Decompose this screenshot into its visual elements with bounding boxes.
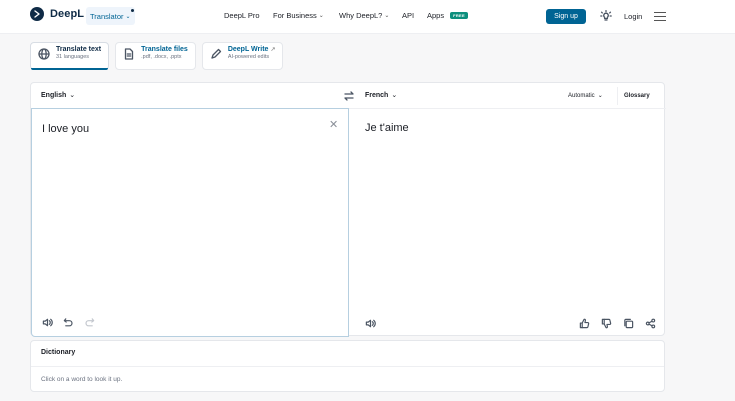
dictionary-panel: Dictionary Click on a word to look it up… [30, 340, 665, 392]
nav-deepl-pro[interactable]: DeepL Pro [224, 11, 260, 20]
dictionary-title: Dictionary [41, 349, 76, 356]
menu-icon[interactable] [654, 12, 666, 22]
deepl-logo-icon [30, 7, 44, 21]
mode-tabs: Translate text 31 languages Translate fi… [30, 42, 284, 70]
tab-translate-text[interactable]: Translate text 31 languages [30, 42, 110, 70]
logo-text: DeepL [50, 8, 85, 20]
tab-label: DeepL Write ↗ [228, 46, 276, 53]
nav-why-deepl-label: Why DeepL? [339, 11, 383, 20]
chevron-down-icon: ⌄ [125, 13, 131, 20]
tab-label-text: DeepL Write [227, 46, 269, 53]
tab-deepl-write[interactable]: DeepL Write ↗ AI-powered edits [201, 42, 284, 70]
formality-selector[interactable]: Automatic ⌄ [568, 92, 603, 100]
notification-dot [130, 9, 134, 12]
target-language-selector[interactable]: French ⌄ [365, 91, 398, 100]
source-toolbar [42, 317, 95, 328]
undo-icon[interactable] [63, 317, 74, 328]
tab-sublabel: .pdf, .docx, .pptx [141, 54, 182, 60]
speaker-icon[interactable] [42, 317, 53, 328]
translated-text[interactable]: Je t'aime [365, 122, 409, 134]
lightbulb-icon[interactable] [600, 10, 612, 22]
formality-label: Automatic [568, 92, 595, 99]
dictionary-hint: Click on a word to look it up. [41, 376, 123, 383]
source-language-label: English [41, 91, 67, 99]
source-text-area[interactable]: I love you ✕ [31, 108, 349, 337]
nav-deepl-pro-label: DeepL Pro [224, 11, 260, 20]
free-badge: FREE [450, 12, 468, 19]
nav-apps[interactable]: Apps FREE [427, 11, 468, 20]
translator-label: Translator [90, 11, 124, 21]
chevron-down-icon: ⌄ [391, 92, 398, 99]
sign-up-button[interactable]: Sign up [546, 9, 586, 24]
copy-icon[interactable] [623, 318, 634, 329]
login-link[interactable]: Login [624, 12, 642, 21]
swap-icon[interactable] [343, 90, 355, 102]
speaker-icon[interactable] [365, 318, 376, 329]
tab-label: Translate text [56, 46, 102, 53]
tab-sublabel: 31 languages [56, 54, 90, 60]
target-language-label: French [365, 91, 389, 99]
chevron-down-icon: ⌄ [318, 13, 324, 19]
chevron-down-icon: ⌄ [384, 13, 390, 19]
tab-label: Translate files [141, 46, 188, 53]
globe-icon [38, 48, 50, 60]
divider [31, 366, 664, 367]
nav-why-deepl[interactable]: Why DeepL? ⌄ [339, 11, 389, 20]
source-text[interactable]: I love you [42, 123, 89, 135]
file-icon [124, 48, 134, 60]
external-link-icon: ↗ [270, 47, 276, 53]
translator-dropdown[interactable]: Translator ⌄ [86, 7, 135, 25]
close-icon[interactable]: ✕ [329, 120, 338, 131]
chevron-down-icon: ⌄ [69, 92, 76, 99]
tab-translate-files[interactable]: Translate files .pdf, .docx, .pptx [115, 42, 196, 70]
glossary-button[interactable]: Glossary [617, 87, 656, 105]
thumbs-down-icon[interactable] [601, 318, 612, 329]
target-text-area: Je t'aime [349, 108, 666, 337]
nav-apps-label: Apps [427, 11, 445, 20]
nav-api[interactable]: API [402, 11, 414, 20]
language-bar: English ⌄ French ⌄ Automatic ⌄ Glossary [31, 83, 666, 109]
nav-api-label: API [402, 11, 415, 20]
top-header: DeepL Translator ⌄ DeepL Pro For Busines… [0, 0, 735, 34]
chevron-down-icon: ⌄ [597, 93, 603, 99]
tab-sublabel: AI-powered edits [227, 54, 270, 60]
source-language-selector[interactable]: English ⌄ [41, 91, 76, 100]
nav-for-business-label: For Business [273, 11, 317, 20]
thumbs-up-icon[interactable] [579, 318, 590, 329]
redo-icon[interactable] [84, 317, 95, 328]
nav-for-business[interactable]: For Business ⌄ [273, 11, 324, 20]
deepl-logo[interactable]: DeepL [30, 7, 84, 21]
pen-icon [211, 48, 221, 59]
translator-panel: English ⌄ French ⌄ Automatic ⌄ Glossary … [30, 82, 666, 337]
target-toolbar [579, 318, 656, 329]
share-icon[interactable] [645, 318, 656, 329]
